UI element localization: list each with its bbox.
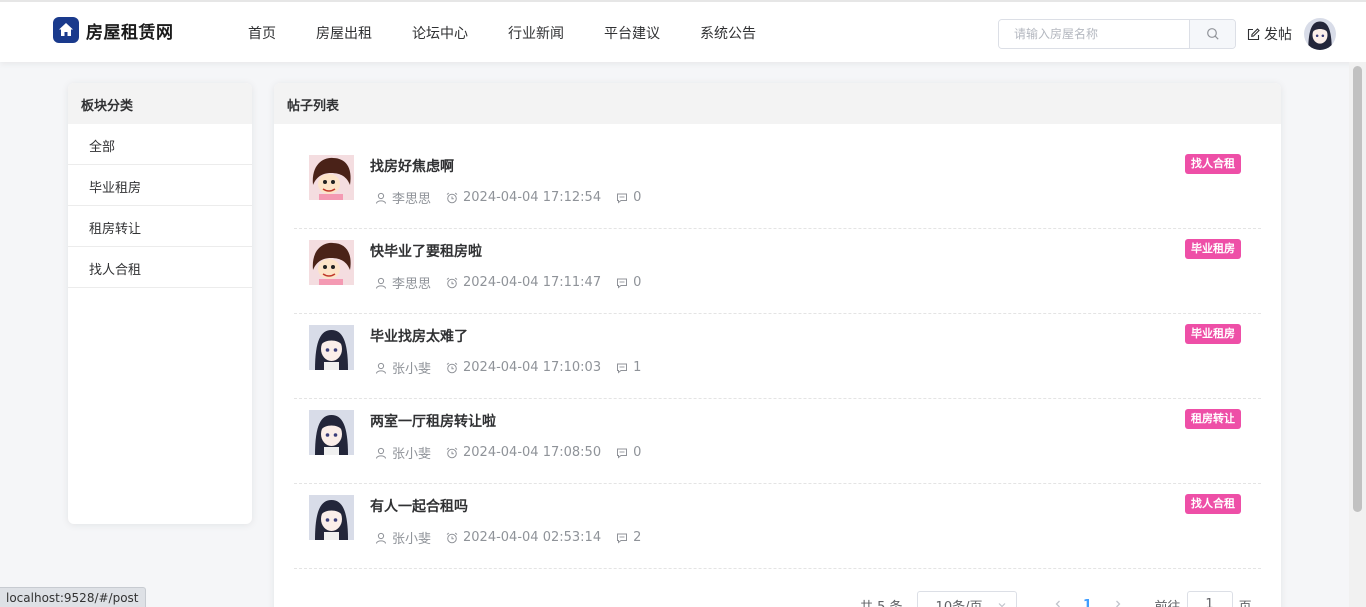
jump-suffix: 页 xyxy=(1238,599,1252,607)
alarm-clock-icon xyxy=(446,532,458,543)
author-avatar xyxy=(309,240,354,285)
new-post-label: 发帖 xyxy=(1264,27,1292,43)
search-button[interactable] xyxy=(1189,20,1235,48)
chevron-left-icon xyxy=(1055,600,1060,607)
post-time: 2024-04-04 17:12:54 xyxy=(463,190,602,205)
comment-count: 0 xyxy=(633,190,642,205)
post-time: 2024-04-04 17:08:50 xyxy=(463,445,602,460)
browser-status-url: localhost:9528/#/post xyxy=(0,587,146,607)
comment-count: 0 xyxy=(633,445,642,460)
search-icon xyxy=(1206,28,1219,40)
post-list-title: 帖子列表 xyxy=(274,83,1281,124)
user-avatar[interactable] xyxy=(1304,18,1336,50)
post-time: 2024-04-04 17:10:03 xyxy=(463,360,602,375)
search-input[interactable] xyxy=(999,20,1190,48)
nav-announcements[interactable]: 系统公告 xyxy=(700,23,756,43)
alarm-clock-icon xyxy=(446,362,458,373)
post-author: 李思思 xyxy=(392,277,432,292)
post-meta: 李思思 2024-04-04 17:12:54 0 xyxy=(375,188,656,207)
top-header: 房屋租赁网 首页 房屋出租 论坛中心 行业新闻 平台建议 系统公告 发帖 xyxy=(0,0,1366,62)
category-tag[interactable]: 毕业租房 xyxy=(1185,324,1241,344)
comment-icon xyxy=(617,363,628,374)
user-icon xyxy=(376,362,386,374)
post-meta: 李思思 2024-04-04 17:11:47 0 xyxy=(375,273,656,292)
author-avatar xyxy=(309,410,354,455)
nav-suggestions[interactable]: 平台建议 xyxy=(604,23,660,43)
nav-forum[interactable]: 论坛中心 xyxy=(412,23,468,43)
post-author: 张小斐 xyxy=(392,447,432,462)
alarm-clock-icon xyxy=(446,277,458,288)
alarm-clock-icon xyxy=(446,447,458,458)
chevron-down-icon xyxy=(998,603,1005,607)
user-icon xyxy=(376,532,386,544)
post-meta: 张小斐 2024-04-04 02:53:14 2 xyxy=(375,528,656,547)
chevron-right-icon xyxy=(1115,600,1120,607)
next-page-button[interactable] xyxy=(1103,598,1133,607)
nav-house-rental[interactable]: 房屋出租 xyxy=(316,23,372,43)
comment-count: 2 xyxy=(633,530,642,545)
sidebar-item-all[interactable]: 全部 xyxy=(68,124,252,165)
site-logo[interactable]: 房屋租赁网 xyxy=(53,17,174,43)
comment-icon xyxy=(617,533,628,544)
prev-page-button[interactable] xyxy=(1043,598,1073,607)
comment-count: 1 xyxy=(633,360,642,375)
comment-icon xyxy=(617,193,628,204)
category-tag[interactable]: 毕业租房 xyxy=(1185,239,1241,259)
scrollbar-thumb[interactable] xyxy=(1353,66,1362,512)
page-size-value: 10条/页 xyxy=(935,599,983,607)
author-avatar xyxy=(309,495,354,540)
sidebar-item-graduate-rental[interactable]: 毕业租房 xyxy=(68,165,252,206)
jump-prefix: 前往 xyxy=(1154,599,1181,607)
post-author: 张小斐 xyxy=(392,362,432,377)
post-author: 李思思 xyxy=(392,192,432,207)
sidebar-title: 板块分类 xyxy=(68,83,252,124)
post-title[interactable]: 毕业找房太难了 xyxy=(370,326,468,346)
comment-count: 0 xyxy=(633,275,642,290)
comment-icon xyxy=(617,448,628,459)
post-item: 快毕业了要租房啦 李思思 2024-04-04 17:11:47 0 毕业租房 xyxy=(294,229,1261,314)
jump-page-input[interactable]: 1 xyxy=(1186,591,1233,607)
post-time: 2024-04-04 02:53:14 xyxy=(463,530,602,545)
category-tag[interactable]: 租房转让 xyxy=(1185,409,1241,429)
page-size-select[interactable]: 10条/页 xyxy=(916,591,1017,607)
page-scrollbar[interactable] xyxy=(1349,62,1366,607)
post-time: 2024-04-04 17:11:47 xyxy=(463,275,602,290)
main-nav: 首页 房屋出租 论坛中心 行业新闻 平台建议 系统公告 xyxy=(248,23,796,43)
post-list-card: 帖子列表 找房好焦虑啊 李思思 2024-04-04 17:12:54 0 找人… xyxy=(274,83,1281,607)
sidebar-item-find-roommate[interactable]: 找人合租 xyxy=(68,247,252,288)
user-icon xyxy=(376,277,386,289)
post-title[interactable]: 快毕业了要租房啦 xyxy=(370,241,482,261)
post-meta: 张小斐 2024-04-04 17:08:50 0 xyxy=(375,443,656,462)
site-title: 房屋租赁网 xyxy=(86,22,174,43)
post-meta: 张小斐 2024-04-04 17:10:03 1 xyxy=(375,358,656,377)
edit-icon xyxy=(1247,27,1260,40)
post-title[interactable]: 找房好焦虑啊 xyxy=(370,156,454,176)
category-sidebar: 板块分类 全部 毕业租房 租房转让 找人合租 xyxy=(68,83,252,524)
author-avatar xyxy=(309,325,354,370)
total-count: 共 5 条 xyxy=(860,599,903,607)
search-box xyxy=(998,19,1236,49)
author-avatar xyxy=(309,155,354,200)
page-jumper: 前往 1 页 xyxy=(1155,591,1252,607)
page-number-current[interactable]: 1 xyxy=(1073,598,1103,607)
post-title[interactable]: 有人一起合租吗 xyxy=(370,496,468,516)
category-tag[interactable]: 找人合租 xyxy=(1185,494,1241,514)
post-title[interactable]: 两室一厅租房转让啦 xyxy=(370,411,496,431)
nav-home[interactable]: 首页 xyxy=(248,23,276,43)
post-author: 张小斐 xyxy=(392,532,432,547)
post-item: 毕业找房太难了 张小斐 2024-04-04 17:10:03 1 毕业租房 xyxy=(294,314,1261,399)
post-item: 找房好焦虑啊 李思思 2024-04-04 17:12:54 0 找人合租 xyxy=(294,144,1261,229)
home-logo-icon xyxy=(53,17,79,43)
post-item: 有人一起合租吗 张小斐 2024-04-04 02:53:14 2 找人合租 xyxy=(294,484,1261,569)
new-post-button[interactable]: 发帖 xyxy=(1247,24,1292,44)
post-item: 两室一厅租房转让啦 张小斐 2024-04-04 17:08:50 0 租房转让 xyxy=(294,399,1261,484)
comment-icon xyxy=(617,278,628,289)
pagination: 共 5 条 10条/页 1 前往 1 页 xyxy=(860,591,1252,607)
user-icon xyxy=(376,192,386,204)
category-tag[interactable]: 找人合租 xyxy=(1185,154,1241,174)
sidebar-item-rental-transfer[interactable]: 租房转让 xyxy=(68,206,252,247)
user-icon xyxy=(376,447,386,459)
alarm-clock-icon xyxy=(446,192,458,203)
nav-industry-news[interactable]: 行业新闻 xyxy=(508,23,564,43)
